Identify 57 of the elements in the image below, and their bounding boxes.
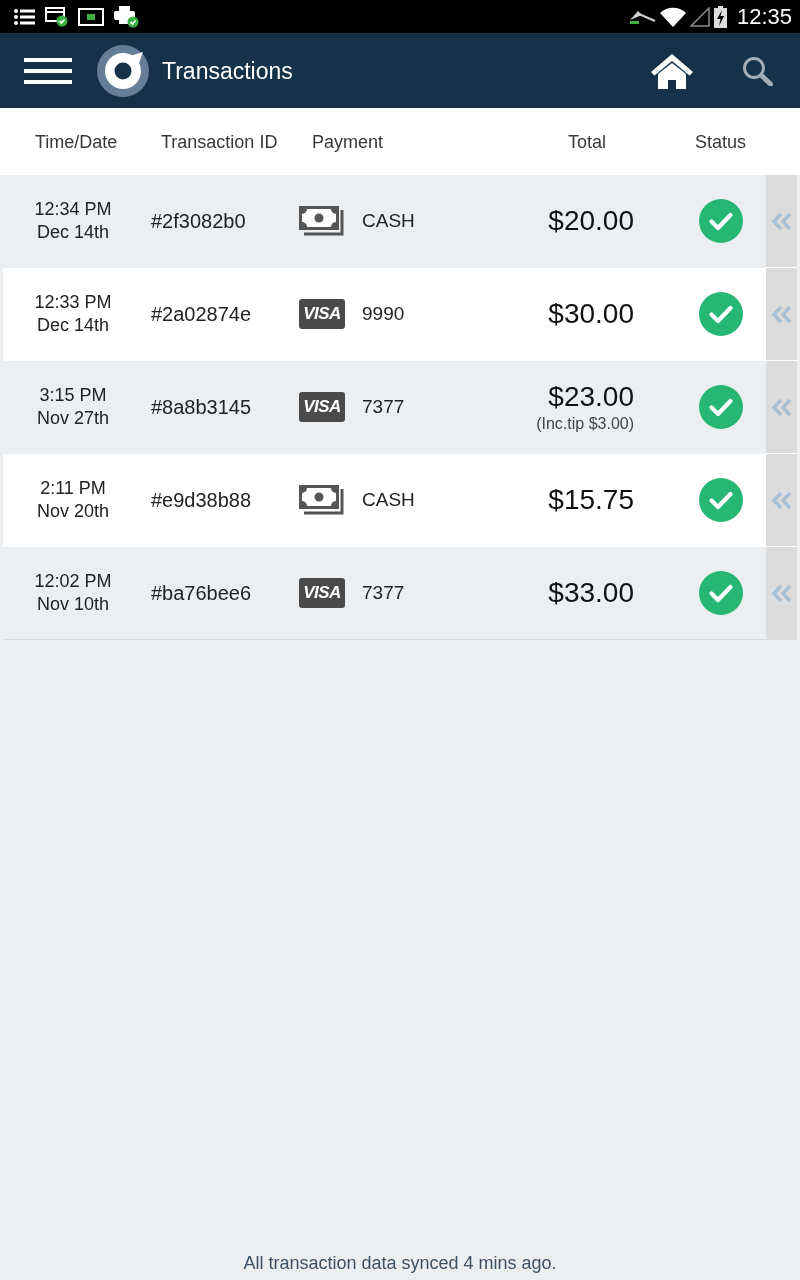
transaction-id: #2a02874e (150, 302, 253, 326)
transaction-date: Dec 14th (36, 221, 109, 244)
clock-time: 12:35 (736, 3, 792, 30)
transaction-time: 2:11 PM (40, 477, 106, 500)
double-chevron-left-icon (770, 583, 793, 603)
total-amount: $20.00 (548, 205, 634, 237)
total-amount: $23.00 (548, 380, 634, 413)
double-chevron-left-icon (770, 397, 793, 417)
transaction-time: 12:33 PM (34, 291, 112, 314)
signal-icon (689, 6, 710, 27)
card-brand-logo: VISA (299, 299, 345, 329)
column-header: Status (694, 130, 748, 153)
printer-check-icon (114, 5, 139, 28)
column-header: Time/Date (34, 130, 119, 153)
battery-charging-icon (713, 5, 727, 28)
payment-label: 7377 (362, 582, 405, 604)
transaction-date: Nov 10th (36, 593, 109, 616)
payment-label: CASH (362, 210, 415, 232)
card-brand-logo: VISA (299, 392, 345, 422)
card-check-icon (45, 6, 68, 27)
screen-title: Transactions (162, 56, 293, 85)
column-header: Payment (311, 130, 385, 153)
transaction-id: #8a8b3145 (150, 395, 253, 419)
home-icon (650, 52, 694, 89)
payment-label: 9990 (362, 303, 405, 325)
card-brand-logo: VISA (299, 578, 345, 608)
cash-bills-icon (299, 206, 345, 236)
transaction-date: Nov 20th (36, 500, 109, 523)
menu-icon (24, 57, 72, 84)
transaction-id: #e9d38b88 (150, 488, 253, 512)
tip-note: (Inc.tip $3.00) (536, 413, 634, 434)
search-icon (742, 55, 773, 86)
double-chevron-left-icon (770, 304, 793, 324)
transaction-time: 3:15 PM (39, 384, 107, 407)
payment-label: CASH (362, 489, 415, 511)
total-amount: $33.00 (548, 577, 634, 609)
transaction-id: #ba76bee6 (150, 581, 253, 605)
cash-bills-icon (299, 485, 345, 515)
payment-label: 7377 (362, 396, 405, 418)
list-icon (14, 8, 35, 25)
swipe-handle[interactable] (766, 547, 797, 640)
double-chevron-left-icon (770, 211, 793, 231)
ring-logo-icon (97, 44, 149, 97)
transaction-time: 12:02 PM (34, 570, 112, 593)
double-chevron-left-icon (770, 490, 793, 510)
sync-status-text: All transaction data synced 4 mins ago. (243, 1253, 557, 1273)
screen-icon (78, 7, 104, 26)
column-header: Transaction ID (160, 130, 279, 153)
total-amount: $15.75 (548, 484, 634, 516)
transaction-date: Dec 14th (36, 314, 109, 337)
wedge-icon (628, 8, 656, 25)
transaction-id: #2f3082b0 (150, 209, 247, 233)
transaction-date: Nov 27th (36, 407, 109, 430)
wifi-icon (659, 6, 686, 27)
total-amount: $30.00 (548, 298, 634, 330)
column-header: Total (567, 130, 608, 153)
transaction-time: 12:34 PM (34, 198, 112, 221)
